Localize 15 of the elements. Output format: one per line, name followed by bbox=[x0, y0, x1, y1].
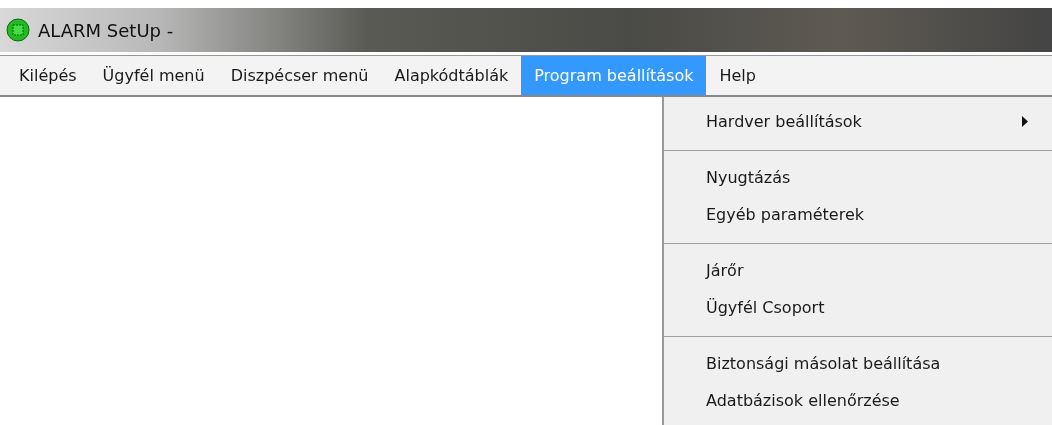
window-title: ALARM SetUp - bbox=[38, 18, 174, 43]
menu-item[interactable]: Hardver beállítások bbox=[664, 103, 1052, 140]
menu-item[interactable]: Nyugtázás bbox=[664, 159, 1052, 196]
menu-item[interactable]: Adatbázisok ellenőrzése bbox=[664, 382, 1052, 419]
menu-item[interactable]: Kilépés bbox=[6, 56, 90, 95]
menu-item[interactable]: Ügyfél menü bbox=[89, 56, 218, 95]
menu-item[interactable]: Biztonsági másolat beállítása bbox=[664, 345, 1052, 382]
menu-item[interactable]: Ügyfél Csoport bbox=[664, 289, 1052, 326]
menu-item[interactable]: Alapkódtáblák bbox=[381, 56, 522, 95]
menu-item[interactable]: Help bbox=[706, 56, 769, 95]
submenu-arrow-icon bbox=[1022, 116, 1028, 127]
menu-item[interactable]: Diszpécser menü bbox=[217, 56, 382, 95]
menu-item[interactable]: Járőr bbox=[664, 252, 1052, 289]
menu-item[interactable]: Egyéb paraméterek bbox=[664, 196, 1052, 233]
app-icon bbox=[6, 18, 30, 42]
